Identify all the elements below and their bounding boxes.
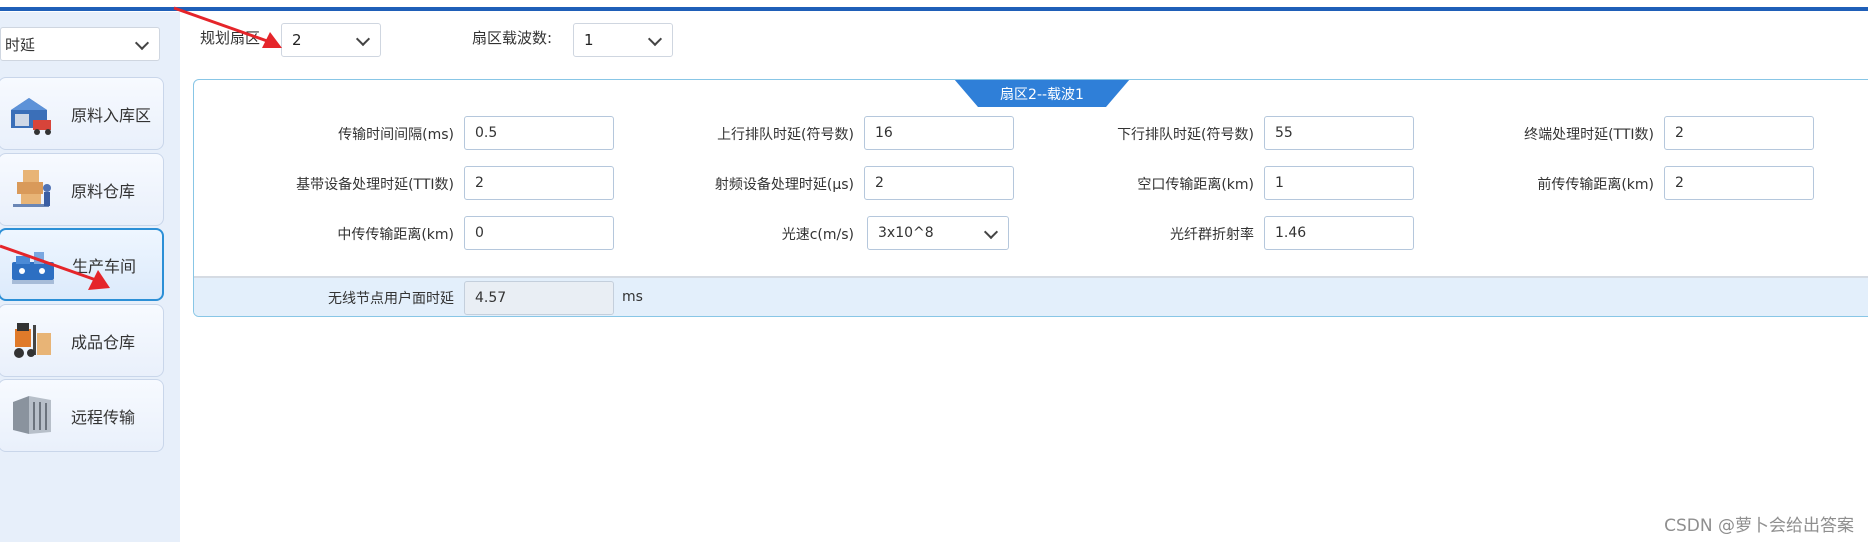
sidebar-item-label: 远程传输	[71, 407, 136, 427]
sidebar-item-finished-goods-warehouse[interactable]: 成品仓库	[0, 304, 164, 377]
sidebar-item-raw-material-inbound[interactable]: 原料入库区	[0, 77, 164, 150]
warehouse-truck-icon	[11, 98, 51, 135]
select-value: 3x10^8	[878, 225, 934, 241]
server-rack-icon	[13, 396, 51, 434]
annotation-arrow-workshop	[0, 244, 110, 290]
tab-sector-carrier[interactable]: 扇区2--载波1	[954, 80, 1130, 109]
result-label: 无线节点用户面时延	[328, 291, 454, 307]
input-value: 1.46	[1275, 225, 1307, 241]
fiber-refractive-index-input[interactable]: 1.46	[1264, 216, 1414, 250]
watermark: CSDN @萝卜会给出答案	[1664, 516, 1854, 536]
sector-select-value: 2	[292, 31, 302, 49]
sidebar-item-label: 原料仓库	[71, 181, 136, 201]
field-label: 光速c(m/s)	[781, 227, 854, 243]
forklift-icon	[14, 323, 51, 358]
baseband-processing-delay-input[interactable]: 2	[464, 166, 614, 200]
field-label: 射频设备处理时延(μs)	[714, 177, 854, 193]
input-value: 16	[875, 125, 893, 141]
result-row: 无线节点用户面时延 4.57 ms	[194, 276, 1868, 316]
sidebar-item-label: 原料入库区	[71, 105, 152, 125]
field-label: 上行排队时延(符号数)	[717, 127, 854, 143]
chevron-down-icon	[647, 31, 663, 47]
chevron-down-icon	[983, 224, 999, 240]
result-unit: ms	[622, 289, 643, 305]
chevron-down-icon	[134, 35, 150, 51]
input-value: 0	[475, 225, 484, 241]
carrier-count-select-value: 1	[584, 31, 594, 49]
field-label: 光纤群折射率	[1170, 227, 1254, 243]
input-value: 2	[1675, 125, 1684, 141]
field-label: 传输时间间隔(ms)	[338, 127, 454, 143]
downlink-queue-delay-input[interactable]: 55	[1264, 116, 1414, 150]
tti-interval-input[interactable]: 0.5	[464, 116, 614, 150]
panel-tab-label: 扇区2--载波1	[1000, 87, 1084, 103]
chevron-down-icon	[355, 31, 371, 47]
terminal-processing-delay-input[interactable]: 2	[1664, 116, 1814, 150]
input-value: 2	[875, 175, 884, 191]
input-value: 2	[475, 175, 484, 191]
sector-select[interactable]: 2	[281, 23, 381, 57]
uplink-queue-delay-input[interactable]: 16	[864, 116, 1014, 150]
field-label: 终端处理时延(TTI数)	[1524, 127, 1654, 143]
user-plane-delay-output: 4.57	[464, 281, 614, 315]
mode-select[interactable]: 时延	[0, 27, 160, 61]
field-label: 下行排队时延(符号数)	[1117, 127, 1254, 143]
rf-processing-delay-input[interactable]: 2	[864, 166, 1014, 200]
main-content: 规划扇区 2 扇区载波数: 1 扇区2--载波1 传输时间间隔(ms) 0.5 …	[180, 12, 1868, 542]
carrier-count-label: 扇区载波数:	[472, 29, 553, 47]
field-label: 空口传输距离(km)	[1137, 177, 1254, 193]
air-interface-distance-input[interactable]: 1	[1264, 166, 1414, 200]
annotation-arrow-sector	[173, 6, 282, 48]
field-label: 基带设备处理时延(TTI数)	[296, 177, 454, 193]
sidebar-item-remote-transmission[interactable]: 远程传输	[0, 379, 164, 452]
input-value: 2	[1675, 175, 1684, 191]
storage-rack-icon	[13, 170, 51, 207]
field-label: 中传传输距离(km)	[337, 227, 454, 243]
sidebar-item-label: 成品仓库	[71, 332, 136, 352]
sidebar-item-raw-material-warehouse[interactable]: 原料仓库	[0, 153, 164, 226]
input-value: 1	[1275, 175, 1284, 191]
light-speed-select[interactable]: 3x10^8	[867, 216, 1009, 250]
mode-select-value: 时延	[5, 35, 36, 54]
input-value: 0.5	[475, 125, 498, 141]
input-value: 55	[1275, 125, 1293, 141]
output-value: 4.57	[475, 290, 507, 306]
carrier-count-select[interactable]: 1	[573, 23, 673, 57]
sector-carrier-panel: 扇区2--载波1 传输时间间隔(ms) 0.5 上行排队时延(符号数) 16 下…	[193, 79, 1868, 317]
midhaul-distance-input[interactable]: 0	[464, 216, 614, 250]
fronthaul-distance-input[interactable]: 2	[1664, 166, 1814, 200]
field-label: 前传传输距离(km)	[1537, 177, 1654, 193]
